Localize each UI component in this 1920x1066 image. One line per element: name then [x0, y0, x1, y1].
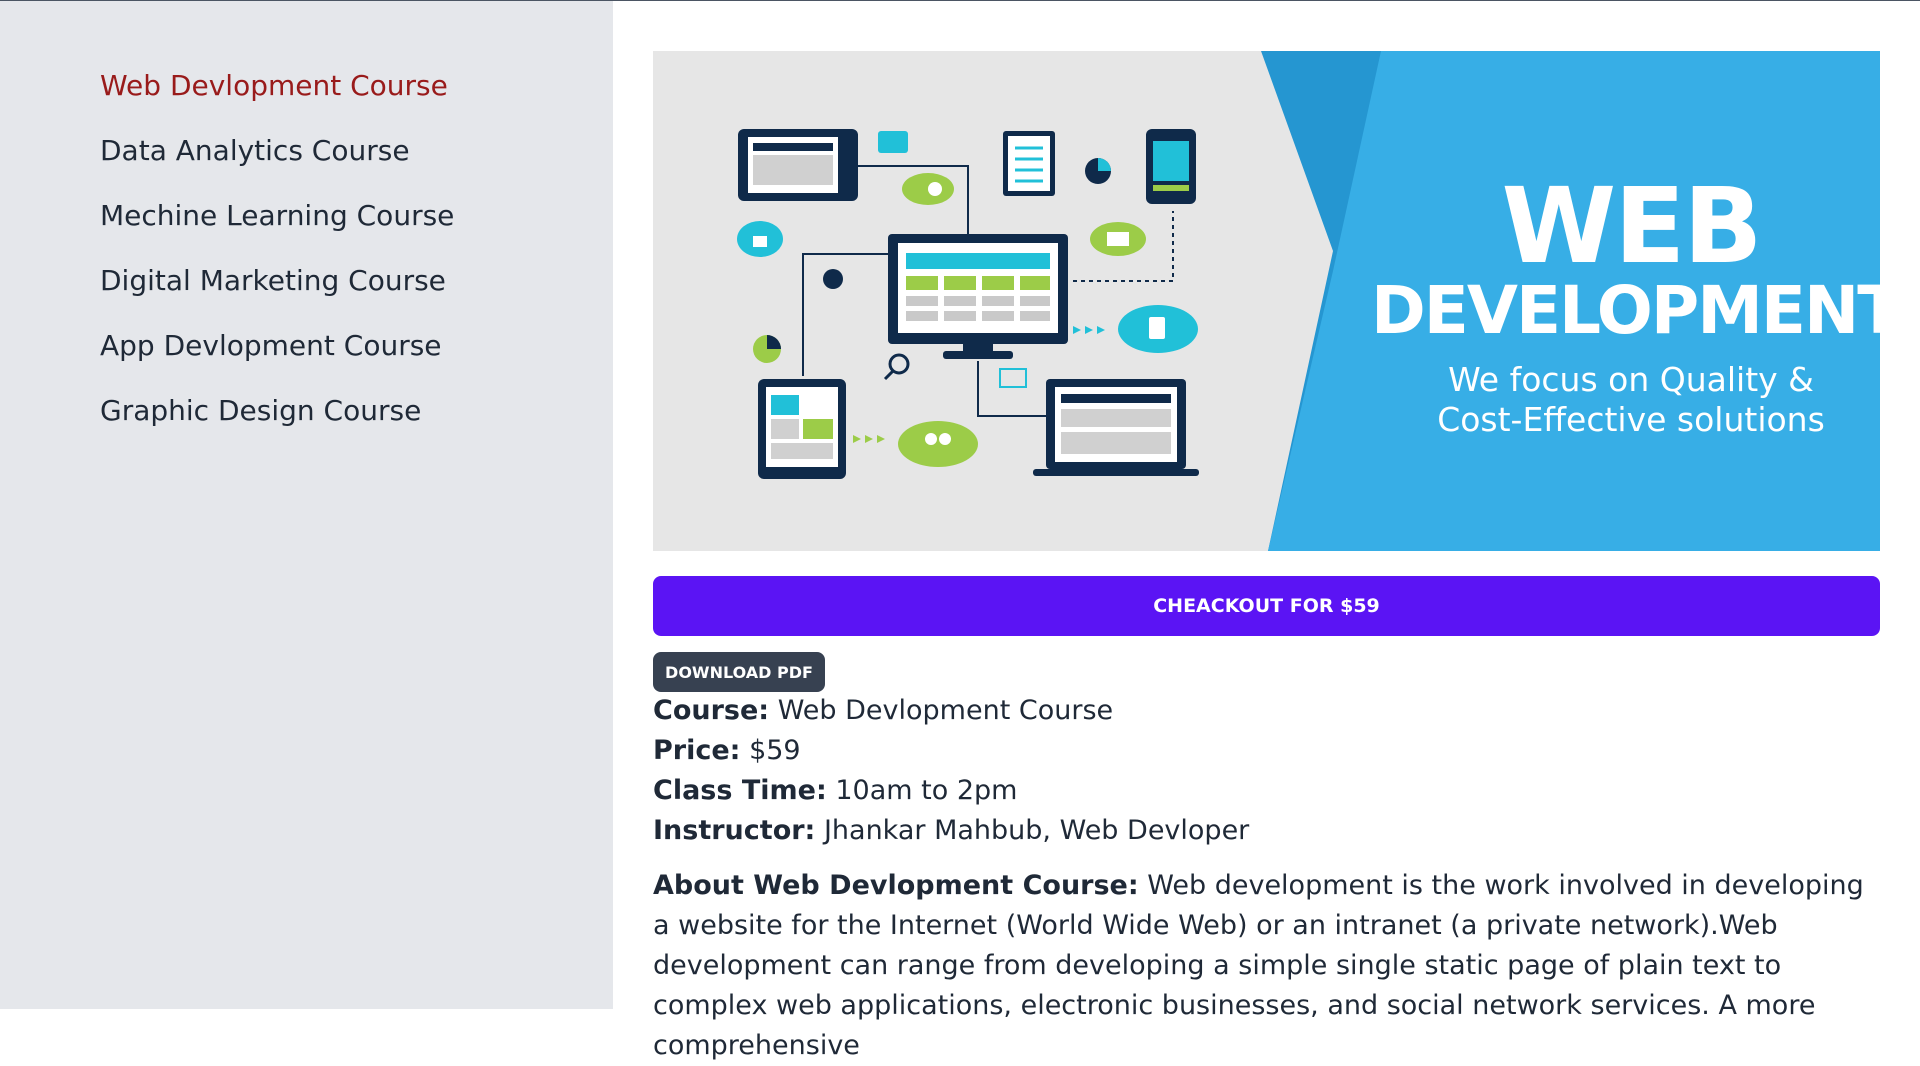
sidebar-item-graphic-design[interactable]: Graphic Design Course	[100, 378, 454, 443]
sidebar-item-app-development[interactable]: App Devlopment Course	[100, 313, 454, 378]
banner-subheading: DEVELOPMENT	[1371, 272, 1880, 349]
banner-tagline-line-2: Cost-Effective solutions	[1437, 400, 1825, 439]
sidebar: Web Devlopment Course Data Analytics Cou…	[0, 1, 613, 1009]
detail-instructor-value: Jhankar Mahbub, Web Devloper	[823, 815, 1250, 846]
detail-price-label: Price:	[653, 735, 741, 766]
detail-price: Price: $59	[653, 731, 1880, 771]
checkout-button[interactable]: CHEACKOUT FOR $59	[653, 576, 1880, 636]
course-about: About Web Devlopment Course: Web develop…	[653, 866, 1880, 1066]
course-detail: WEB DEVELOPMENT We focus on Quality & Co…	[653, 51, 1880, 1061]
banner-heading: WEB	[1501, 165, 1762, 287]
download-pdf-button[interactable]: DOWNLOAD PDF	[653, 652, 825, 692]
course-details: Course: Web Devlopment Course Price: $59…	[653, 691, 1880, 1066]
banner-tagline: We focus on Quality & Cost-Effective sol…	[1371, 360, 1880, 440]
sidebar-item-web-development[interactable]: Web Devlopment Course	[100, 53, 454, 118]
detail-class-time-label: Class Time:	[653, 775, 827, 806]
sidebar-item-machine-learning[interactable]: Mechine Learning Course	[100, 183, 454, 248]
detail-course-value: Web Devlopment Course	[777, 695, 1114, 726]
banner-title: WEB DEVELOPMENT We focus on Quality & Co…	[1371, 165, 1880, 440]
detail-price-value: $59	[749, 735, 801, 766]
detail-instructor-label: Instructor:	[653, 815, 816, 846]
sidebar-item-digital-marketing[interactable]: Digital Marketing Course	[100, 248, 454, 313]
detail-instructor: Instructor: Jhankar Mahbub, Web Devloper	[653, 811, 1880, 851]
course-banner-image: WEB DEVELOPMENT We focus on Quality & Co…	[653, 51, 1880, 551]
detail-class-time: Class Time: 10am to 2pm	[653, 771, 1880, 811]
detail-course-label: Course:	[653, 695, 770, 726]
detail-class-time-value: 10am to 2pm	[835, 775, 1018, 806]
detail-course: Course: Web Devlopment Course	[653, 691, 1880, 731]
banner-tagline-line-1: We focus on Quality &	[1448, 360, 1814, 399]
sidebar-item-data-analytics[interactable]: Data Analytics Course	[100, 118, 454, 183]
about-label: About Web Devlopment Course:	[653, 870, 1139, 901]
course-list: Web Devlopment Course Data Analytics Cou…	[100, 53, 454, 443]
